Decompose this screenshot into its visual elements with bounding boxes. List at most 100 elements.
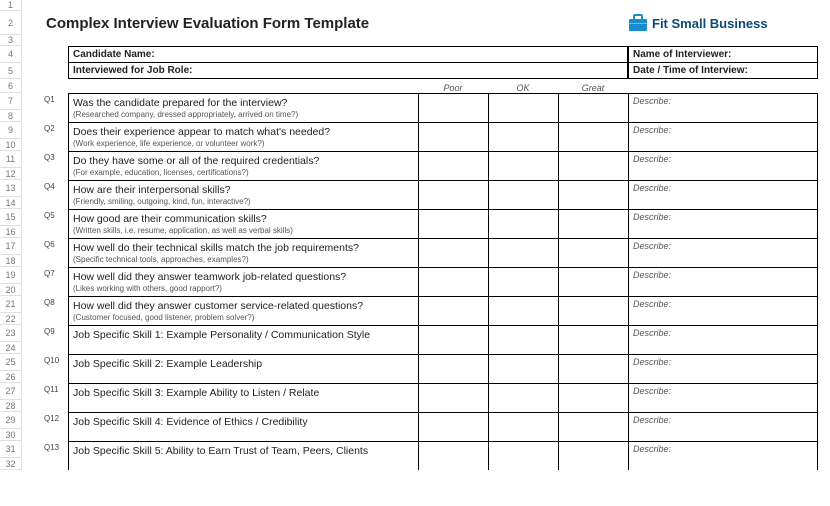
rating-cell-great[interactable] — [558, 122, 628, 139]
rating-cell-great[interactable] — [558, 168, 628, 180]
row-header[interactable]: 9 — [0, 122, 22, 139]
rating-cell-poor[interactable] — [418, 110, 488, 122]
row-header[interactable]: 26 — [0, 371, 22, 383]
rating-cell-ok[interactable] — [488, 429, 558, 441]
describe-cell[interactable]: Describe: — [628, 354, 818, 371]
rating-cell-poor[interactable] — [418, 412, 488, 429]
describe-cell[interactable] — [628, 255, 818, 267]
job-role-field[interactable]: Interviewed for Job Role: — [68, 63, 628, 79]
rating-cell-ok[interactable] — [488, 226, 558, 238]
rating-cell-ok[interactable] — [488, 325, 558, 342]
rating-cell-poor[interactable] — [418, 255, 488, 267]
row-header[interactable]: 25 — [0, 354, 22, 371]
rating-cell-poor[interactable] — [418, 313, 488, 325]
rating-cell-great[interactable] — [558, 342, 628, 354]
describe-cell[interactable]: Describe: — [628, 180, 818, 197]
rating-cell-poor[interactable] — [418, 139, 488, 151]
row-header[interactable]: 12 — [0, 168, 22, 180]
row-header[interactable]: 17 — [0, 238, 22, 255]
rating-cell-ok[interactable] — [488, 139, 558, 151]
rating-cell-great[interactable] — [558, 139, 628, 151]
row-header[interactable]: 1 — [0, 0, 22, 11]
row-header[interactable]: 23 — [0, 325, 22, 342]
rating-cell-ok[interactable] — [488, 412, 558, 429]
describe-cell[interactable]: Describe: — [628, 238, 818, 255]
rating-cell-ok[interactable] — [488, 151, 558, 168]
row-header[interactable]: 27 — [0, 383, 22, 400]
rating-cell-poor[interactable] — [418, 267, 488, 284]
row-header[interactable]: 5 — [0, 63, 22, 79]
row-header[interactable]: 6 — [0, 79, 22, 93]
describe-cell[interactable]: Describe: — [628, 383, 818, 400]
rating-cell-poor[interactable] — [418, 325, 488, 342]
rating-cell-ok[interactable] — [488, 354, 558, 371]
rating-cell-ok[interactable] — [488, 110, 558, 122]
describe-cell[interactable]: Describe: — [628, 296, 818, 313]
describe-cell[interactable] — [628, 313, 818, 325]
rating-cell-ok[interactable] — [488, 255, 558, 267]
rating-cell-great[interactable] — [558, 354, 628, 371]
rating-cell-poor[interactable] — [418, 180, 488, 197]
rating-cell-poor[interactable] — [418, 296, 488, 313]
row-header[interactable]: 19 — [0, 267, 22, 284]
rating-cell-great[interactable] — [558, 371, 628, 383]
describe-cell[interactable] — [628, 371, 818, 383]
rating-cell-ok[interactable] — [488, 267, 558, 284]
describe-cell[interactable] — [628, 429, 818, 441]
rating-cell-great[interactable] — [558, 238, 628, 255]
describe-cell[interactable] — [628, 139, 818, 151]
rating-cell-great[interactable] — [558, 458, 628, 470]
rating-cell-great[interactable] — [558, 197, 628, 209]
rating-cell-poor[interactable] — [418, 383, 488, 400]
rating-cell-great[interactable] — [558, 429, 628, 441]
row-header[interactable]: 18 — [0, 255, 22, 267]
row-header[interactable]: 30 — [0, 429, 22, 441]
row-header[interactable]: 31 — [0, 441, 22, 458]
rating-cell-great[interactable] — [558, 110, 628, 122]
describe-cell[interactable]: Describe: — [628, 325, 818, 342]
rating-cell-ok[interactable] — [488, 284, 558, 296]
rating-cell-ok[interactable] — [488, 238, 558, 255]
rating-cell-ok[interactable] — [488, 122, 558, 139]
describe-cell[interactable] — [628, 168, 818, 180]
rating-cell-poor[interactable] — [418, 429, 488, 441]
row-header[interactable]: 24 — [0, 342, 22, 354]
row-header[interactable]: 8 — [0, 110, 22, 122]
describe-cell[interactable]: Describe: — [628, 209, 818, 226]
rating-cell-ok[interactable] — [488, 180, 558, 197]
describe-cell[interactable] — [628, 342, 818, 354]
rating-cell-great[interactable] — [558, 93, 628, 110]
datetime-field[interactable]: Date / Time of Interview: — [628, 63, 818, 79]
rating-cell-ok[interactable] — [488, 168, 558, 180]
describe-cell[interactable] — [628, 197, 818, 209]
rating-cell-poor[interactable] — [418, 209, 488, 226]
rating-cell-great[interactable] — [558, 209, 628, 226]
row-header[interactable]: 15 — [0, 209, 22, 226]
rating-cell-ok[interactable] — [488, 209, 558, 226]
rating-cell-great[interactable] — [558, 313, 628, 325]
rating-cell-ok[interactable] — [488, 441, 558, 458]
rating-cell-ok[interactable] — [488, 342, 558, 354]
rating-cell-great[interactable] — [558, 441, 628, 458]
describe-cell[interactable] — [628, 458, 818, 470]
rating-cell-poor[interactable] — [418, 354, 488, 371]
row-header[interactable]: 3 — [0, 35, 22, 46]
describe-cell[interactable] — [628, 284, 818, 296]
describe-cell[interactable] — [628, 400, 818, 412]
rating-cell-poor[interactable] — [418, 458, 488, 470]
rating-cell-ok[interactable] — [488, 197, 558, 209]
rating-cell-poor[interactable] — [418, 197, 488, 209]
rating-cell-poor[interactable] — [418, 168, 488, 180]
row-header[interactable]: 4 — [0, 46, 22, 63]
row-header[interactable]: 29 — [0, 412, 22, 429]
rating-cell-ok[interactable] — [488, 313, 558, 325]
rating-cell-poor[interactable] — [418, 226, 488, 238]
rating-cell-ok[interactable] — [488, 400, 558, 412]
rating-cell-great[interactable] — [558, 296, 628, 313]
rating-cell-great[interactable] — [558, 226, 628, 238]
describe-cell[interactable]: Describe: — [628, 122, 818, 139]
interviewer-field[interactable]: Name of Interviewer: — [628, 46, 818, 63]
row-header[interactable]: 21 — [0, 296, 22, 313]
rating-cell-great[interactable] — [558, 325, 628, 342]
rating-cell-poor[interactable] — [418, 93, 488, 110]
